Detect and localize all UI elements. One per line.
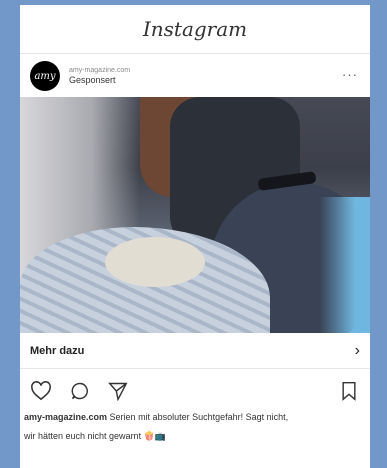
bookmark-icon[interactable]	[341, 381, 357, 401]
app-header: Instagram	[20, 5, 370, 54]
avatar[interactable]: amy	[30, 61, 60, 91]
action-bar	[20, 375, 370, 405]
sponsored-label: Gesponsert	[69, 74, 116, 85]
share-icon[interactable]	[108, 381, 128, 401]
heart-icon[interactable]	[30, 381, 52, 401]
post-image[interactable]	[20, 97, 370, 333]
image-screen-glow	[320, 197, 370, 333]
instagram-post-card: Instagram amy amy-magazine.com Gesponser…	[20, 5, 370, 468]
caption-line-1: Serien mit absoluter Suchtgefahr! Sagt n…	[109, 412, 289, 422]
comment-icon[interactable]	[70, 381, 90, 401]
caption-emoji: 🍿📺	[143, 431, 167, 441]
image-popcorn-bowl	[105, 237, 205, 287]
post-caption: amy-magazine.com Serien mit absoluter Su…	[24, 408, 368, 446]
post-meta: amy-magazine.com Gesponsert	[69, 67, 130, 85]
account-handle[interactable]: amy-magazine.com	[69, 67, 130, 75]
cta-bar[interactable]: Mehr dazu ›	[20, 333, 370, 369]
more-options-icon[interactable]: ···	[342, 67, 358, 82]
caption-line-2: wir hätten euch nicht gewarnt	[24, 431, 142, 441]
cta-label: Mehr dazu	[30, 344, 85, 357]
caption-username[interactable]: amy-magazine.com	[24, 412, 107, 422]
post-header: amy amy-magazine.com Gesponsert ···	[20, 54, 370, 98]
instagram-logo: Instagram	[142, 17, 248, 41]
chevron-right-icon: ›	[354, 341, 360, 359]
